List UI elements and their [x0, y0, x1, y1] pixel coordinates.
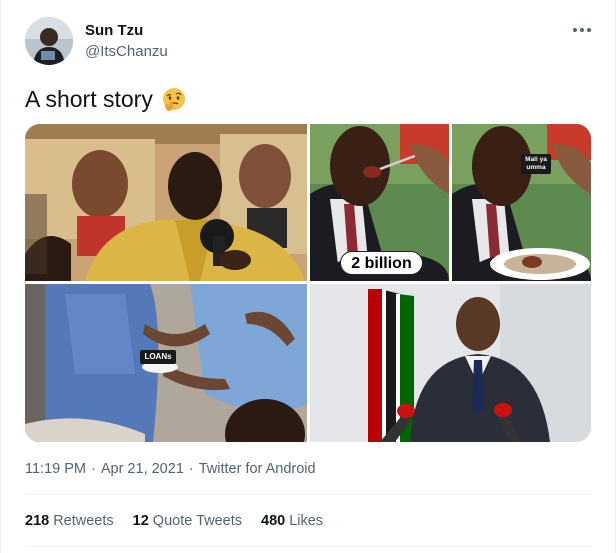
retweets-stat[interactable]: 218 Retweets: [25, 513, 114, 529]
tweet-source[interactable]: Twitter for Android: [199, 461, 316, 477]
avatar-image: [25, 17, 73, 65]
meta-separator-2: ·: [188, 461, 194, 477]
author-handle[interactable]: @ItsChanzu: [85, 43, 168, 60]
tweet-card: Sun Tzu @ItsChanzu A short story 2 billi…: [0, 0, 616, 553]
tweet-meta: 11:19 PM · Apr 21, 2021 · Twitter for An…: [25, 461, 316, 477]
author-avatar[interactable]: [25, 17, 73, 65]
media-panel-2-billion[interactable]: 2 billion: [310, 124, 449, 281]
media-panel-mali-ya-umma[interactable]: Mali ya umma: [452, 124, 591, 281]
media-panel-loans[interactable]: LOANs: [25, 284, 307, 442]
likes-stat[interactable]: 480 Likes: [261, 513, 323, 529]
likes-label: Likes: [289, 513, 324, 529]
eating-photo-2: [452, 124, 591, 281]
divider-top: [25, 494, 593, 495]
tweet-text-content: A short story: [25, 86, 153, 112]
podium-photo: [310, 284, 591, 442]
thinking-face-icon: [162, 87, 185, 111]
caption-loans: LOANs: [140, 350, 176, 364]
engagement-stats: 218 Retweets 12 Quote Tweets 480 Likes: [25, 513, 323, 529]
more-options-icon[interactable]: [571, 22, 593, 38]
tweet-time[interactable]: 11:19 PM: [25, 461, 86, 477]
media-grid[interactable]: 2 billion Mali ya umma LOANs: [25, 124, 591, 442]
caption-2-billion: 2 billion: [340, 251, 423, 275]
caption-mali-ya-umma: Mali ya umma: [521, 154, 551, 174]
media-panel-rally[interactable]: [25, 124, 307, 281]
rally-photo: [25, 124, 307, 281]
divider-bottom: [25, 546, 593, 547]
quote-tweets-label: Quote Tweets: [152, 513, 242, 529]
meta-separator: ·: [91, 461, 96, 477]
quote-tweets-stat[interactable]: 12 Quote Tweets: [133, 513, 242, 529]
tweet-text: A short story: [25, 86, 187, 113]
quote-tweets-count: 12: [132, 513, 149, 529]
retweets-count: 218: [25, 513, 50, 529]
author-display-name[interactable]: Sun Tzu: [85, 22, 143, 39]
retweets-label: Retweets: [53, 513, 114, 529]
media-panel-podium[interactable]: [310, 284, 591, 442]
likes-count: 480: [261, 513, 286, 529]
tweet-date[interactable]: Apr 21, 2021: [101, 461, 184, 477]
